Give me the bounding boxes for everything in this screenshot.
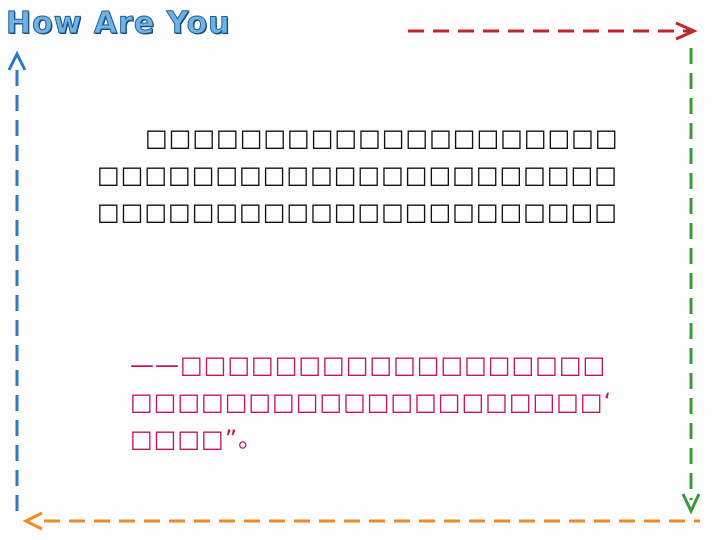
top-arrow bbox=[408, 21, 698, 41]
quote-line: ——□□□□□□□□□□□□□□□□□□ bbox=[130, 351, 607, 379]
body-line: □□□□□□□□□□□□□□□□□□□□□□ bbox=[97, 198, 618, 226]
how-are-you-logo: How Are You bbox=[6, 6, 231, 42]
slide: How Are You □□□□□□□□□□□□□□□□□□□□ □□□□□□□… bbox=[0, 0, 720, 540]
dashed-arrow-frame bbox=[7, 21, 701, 531]
body-line: □□□□□□□□□□□□□□□□□□□□□□ bbox=[97, 161, 618, 189]
bottom-arrow bbox=[22, 511, 700, 531]
quote-line: □□□□”。 bbox=[130, 425, 264, 453]
quote-line: □□□□□□□□□□□□□□□□□□□□“□ bbox=[130, 388, 610, 416]
body-line: □□□□□□□□□□□□□□□□□□□□ bbox=[145, 124, 619, 152]
body-paragraph: □□□□□□□□□□□□□□□□□□□□ □□□□□□□□□□□□□□□□□□□… bbox=[97, 120, 627, 231]
quote-attribution: ——□□□□□□□□□□□□□□□□□□ □□□□□□□□□□□□□□□□□□□… bbox=[130, 347, 610, 458]
left-arrow bbox=[7, 50, 27, 516]
right-arrow bbox=[681, 48, 701, 515]
